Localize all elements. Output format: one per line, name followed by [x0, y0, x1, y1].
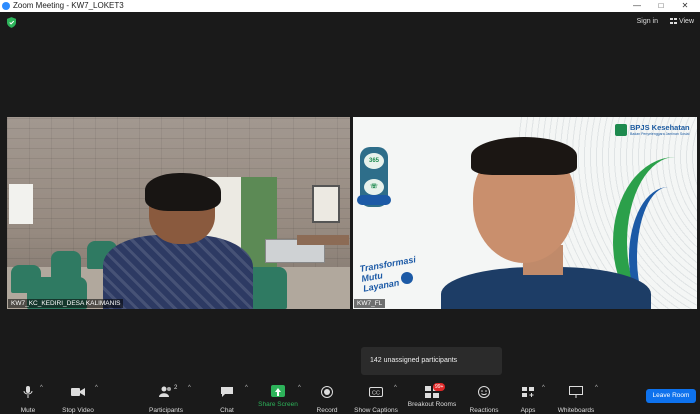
participants-count: 2 [174, 385, 178, 391]
apps-icon [522, 387, 534, 397]
chat-bubble-icon [221, 387, 233, 397]
contact-pill [357, 195, 391, 205]
captions-cc-icon: CC [369, 387, 383, 397]
video-tile-participant-2[interactable]: BPJS Kesehatan Badan Penyelenggara Jamin… [353, 117, 697, 309]
participants-icon [159, 386, 171, 397]
video-tile-participant-1[interactable]: KW7_KC_KEDIRI_DESA KALIMANIS [7, 117, 350, 309]
captions-caret-icon[interactable]: ^ [394, 385, 397, 391]
check-badge-icon [401, 272, 413, 284]
svg-text:CC: CC [372, 391, 380, 397]
bpjs-logo-text: BPJS Kesehatan [630, 123, 690, 132]
breakout-rooms-label: Breakout Rooms [407, 401, 457, 408]
stop-video-label: Stop Video [62, 407, 94, 414]
meeting-topbar: Sign in View [0, 12, 700, 34]
breakout-rooms-grid-icon: 99+ [425, 383, 446, 398]
unassigned-participants-toast[interactable]: 142 unassigned participants [361, 347, 502, 375]
bpjs-logo: BPJS Kesehatan Badan Penyelenggara Jamin… [615, 123, 690, 139]
badge-365: 365 [364, 153, 384, 169]
view-button[interactable]: View [669, 18, 694, 25]
participants-caret-icon[interactable]: ^ [188, 385, 191, 391]
breakout-rooms-badge: 99+ [433, 383, 446, 391]
bpjs-logo-subtitle: Badan Penyelenggara Jaminan Sosial [630, 132, 690, 136]
sign-in-link[interactable]: Sign in [637, 18, 658, 25]
video-camera-icon [71, 388, 85, 396]
smiley-reaction-icon [478, 386, 490, 398]
participant-name-label: KW7_KC_KEDIRI_DESA KALIMANIS [8, 299, 124, 308]
meeting-toolbar: Mute ^ Stop Video ^ 2 Participants ^ Cha… [0, 381, 700, 414]
whiteboards-label: Whiteboards [557, 407, 595, 414]
microphone-icon [23, 386, 33, 398]
record-label: Record [316, 407, 338, 414]
leave-room-button[interactable]: Leave Room [646, 389, 696, 403]
whiteboards-caret-icon[interactable]: ^ [595, 385, 598, 391]
wooden-table [297, 235, 349, 245]
breakout-rooms-button[interactable]: 99+ Breakout Rooms [404, 383, 460, 408]
whiteboard-icon [569, 386, 583, 398]
window-title: Zoom Meeting - KW7_LOKET3 [13, 1, 124, 10]
show-captions-label: Show Captions [354, 407, 398, 414]
share-screen-arrow-icon [271, 385, 285, 397]
view-label: View [678, 18, 694, 25]
window-opening [9, 184, 33, 224]
participant-name-label: KW7_FL [354, 299, 386, 308]
record-icon [321, 386, 333, 398]
maximize-button[interactable]: □ [650, 0, 672, 12]
video-options-caret-icon[interactable]: ^ [95, 385, 98, 391]
bpjs-logo-mark-icon [615, 124, 627, 136]
audio-options-caret-icon[interactable]: ^ [40, 385, 43, 391]
grid-view-icon [669, 18, 677, 24]
green-chair [51, 251, 81, 279]
window-opening-right [312, 185, 340, 223]
zoom-app-icon [2, 2, 10, 10]
mute-label: Mute [20, 407, 36, 414]
chat-caret-icon[interactable]: ^ [245, 385, 248, 391]
apps-caret-icon[interactable]: ^ [542, 385, 545, 391]
minimize-button[interactable]: — [626, 0, 648, 12]
chat-label: Chat [220, 407, 234, 414]
encryption-shield-icon[interactable] [7, 17, 16, 28]
window-titlebar: Zoom Meeting - KW7_LOKET3 — □ ✕ [0, 0, 700, 12]
close-button[interactable]: ✕ [674, 0, 696, 12]
phone-badge-icon: ☏ [364, 179, 384, 195]
participants-label: Participants [149, 407, 183, 414]
share-screen-label: Share Screen [258, 401, 298, 408]
